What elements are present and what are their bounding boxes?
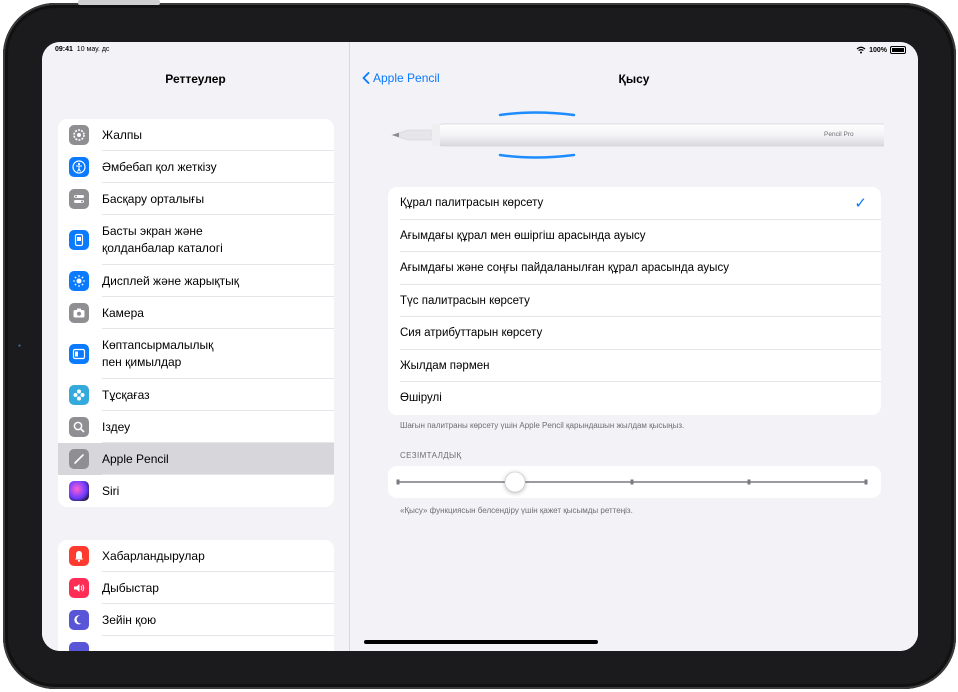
notifications-icon <box>69 546 89 566</box>
option-label: Жылдам пәрмен <box>400 359 490 372</box>
slider-tick <box>630 479 634 485</box>
sidebar-item-sounds[interactable]: Дыбыстар <box>58 572 334 604</box>
sidebar-item-label: Камера <box>102 306 144 320</box>
detail-pane: 100% Apple Pencil Қысу Pencil Pro Құрал … <box>350 42 918 651</box>
sidebar-item-label: Siri <box>102 484 120 498</box>
slider-tick <box>396 479 400 485</box>
sidebar-item-label: Дыбыстар <box>102 581 159 595</box>
battery-percent: 100% <box>869 46 887 54</box>
sidebar-item-search[interactable]: Іздеу <box>58 411 334 443</box>
sensitivity-section-label: СЕЗІМТАЛДЫҚ <box>400 451 462 460</box>
home-screen-icon <box>69 230 89 250</box>
settings-sidebar: 09:41 10 мау. дс Реттеулер Жалпы Әмбебап… <box>42 42 350 651</box>
sidebar-item-camera[interactable]: Камера <box>58 297 334 329</box>
sidebar-item-label: Зейін қою <box>102 613 157 627</box>
squeeze-options-list: Құрал палитрасын көрсету ✓ Ағымдағы құра… <box>388 187 881 415</box>
sensitivity-slider[interactable] <box>388 466 881 498</box>
sidebar-item-multitasking[interactable]: Көптапсырмалылық пен қимылдар <box>58 329 334 379</box>
top-button <box>78 0 160 5</box>
option-label: Сия атрибуттарын көрсету <box>400 327 543 340</box>
sidebar-item-label: Басқару орталығы <box>102 192 205 206</box>
camera-dot: ● <box>18 343 22 349</box>
sidebar-item-label: Іздеу <box>102 420 131 434</box>
option-label: Өшірулі <box>400 392 442 405</box>
page-title: Қысу <box>618 72 650 86</box>
sidebar-item-general[interactable]: Жалпы <box>58 119 334 151</box>
multitasking-icon <box>69 344 89 364</box>
battery-icon <box>890 46 906 54</box>
wallpaper-icon <box>69 385 89 405</box>
search-icon <box>69 417 89 437</box>
sidebar-item-apple-pencil[interactable]: Apple Pencil <box>58 443 334 475</box>
pencil-brand-label: Pencil Pro <box>824 131 854 138</box>
slider-tick <box>747 479 751 485</box>
sidebar-item-label: Apple Pencil <box>102 452 169 466</box>
sidebar-item-label: Дисплей және жарықтық <box>102 274 239 288</box>
sidebar-item-wallpaper[interactable]: Тұсқағаз <box>58 379 334 411</box>
sidebar-item-label: Тұсқағаз <box>102 388 150 402</box>
sidebar-item-focus[interactable]: Зейін қою <box>58 604 334 636</box>
option-show-color-palette[interactable]: Түс палитрасын көрсету <box>388 285 881 318</box>
sidebar-item-display[interactable]: Дисплей және жарықтық <box>58 265 334 297</box>
option-label: Түс палитрасын көрсету <box>400 294 530 307</box>
sounds-icon <box>69 578 89 598</box>
sidebar-item-home-screen[interactable]: Басты экран және қолданбалар каталогі <box>58 215 334 265</box>
sidebar-item-label: Басты экран және қолданбалар каталогі <box>102 224 223 255</box>
sidebar-item-next[interactable] <box>58 636 334 651</box>
apple-pencil-illustration: Pencil Pro <box>384 110 918 162</box>
screen: 09:41 10 мау. дс Реттеулер Жалпы Әмбебап… <box>42 42 918 651</box>
option-switch-tool-eraser[interactable]: Ағымдағы құрал мен өшіргіш арасында ауыс… <box>388 220 881 253</box>
option-label: Құрал палитрасын көрсету <box>400 197 544 210</box>
sidebar-item-label: Хабарландырулар <box>102 549 205 563</box>
sidebar-item-label: Әмбебап қол жеткізу <box>102 160 217 174</box>
option-label: Ағымдағы және соңғы пайдаланылған құрал … <box>400 262 729 275</box>
settings-group-notifications: Хабарландырулар Дыбыстар Зейін қою <box>58 540 334 651</box>
slider-thumb[interactable] <box>504 471 526 493</box>
sidebar-item-notifications[interactable]: Хабарландырулар <box>58 540 334 572</box>
sensitivity-footer: «Қысу» функциясын белсендіру үшін қажет … <box>400 506 633 515</box>
home-indicator[interactable] <box>364 640 598 644</box>
slider-tick <box>864 479 868 485</box>
wifi-icon <box>856 46 866 54</box>
option-switch-last-tool[interactable]: Ағымдағы және соңғы пайдаланылған құрал … <box>388 252 881 285</box>
brightness-icon <box>69 271 89 291</box>
option-shortcut[interactable]: Жылдам пәрмен <box>388 350 881 383</box>
sidebar-item-control-center[interactable]: Басқару орталығы <box>58 183 334 215</box>
sensitivity-slider-card <box>388 466 881 498</box>
status-time: 09:41 10 мау. дс <box>55 46 110 53</box>
options-footer: Шағын палитраны көрсету үшін Apple Penci… <box>400 421 685 430</box>
settings-group-system: Жалпы Әмбебап қол жеткізу Басқару орталы… <box>58 119 334 507</box>
sidebar-item-label: Жалпы <box>102 128 143 142</box>
status-indicators: 100% <box>856 46 906 54</box>
option-show-ink-attributes[interactable]: Сия атрибуттарын көрсету <box>388 317 881 350</box>
accessibility-icon <box>69 157 89 177</box>
sidebar-item-accessibility[interactable]: Әмбебап қол жеткізу <box>58 151 334 183</box>
gear-icon <box>69 125 89 145</box>
checkmark-icon: ✓ <box>854 195 867 212</box>
siri-icon <box>69 481 89 501</box>
screen-time-icon <box>69 642 89 651</box>
sidebar-title: Реттеулер <box>165 72 226 86</box>
option-off[interactable]: Өшірулі <box>388 382 881 415</box>
control-center-icon <box>69 189 89 209</box>
camera-icon <box>69 303 89 323</box>
pencil-icon <box>69 449 89 469</box>
sidebar-item-label: Көптапсырмалылық пен қимылдар <box>102 338 214 369</box>
sidebar-item-siri[interactable]: Siri <box>58 475 334 507</box>
option-label: Ағымдағы құрал мен өшіргіш арасында ауыс… <box>400 229 646 242</box>
focus-icon <box>69 610 89 630</box>
option-show-tool-palette[interactable]: Құрал палитрасын көрсету ✓ <box>388 187 881 220</box>
